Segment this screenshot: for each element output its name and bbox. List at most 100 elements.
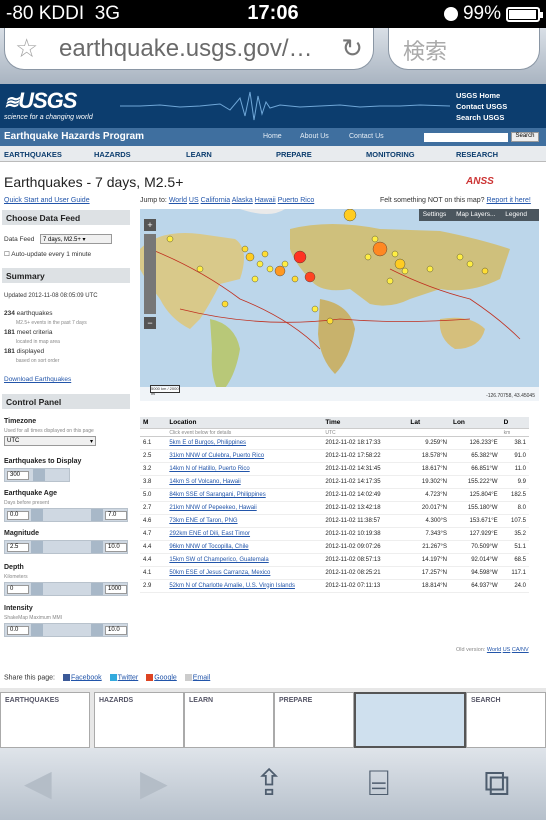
about-us-link[interactable]: About Us xyxy=(300,133,329,140)
share-twitter-link[interactable]: Twitter xyxy=(118,674,139,681)
table-row[interactable]: 4.4 15km SW of Champerico, Guatemala 2012-… xyxy=(140,553,529,567)
age-range-slider[interactable]: 0.0 7.0 xyxy=(4,508,128,522)
nav-prepare[interactable]: PREPARE xyxy=(276,150,312,159)
jump-alaska-link[interactable]: Alaska xyxy=(232,197,253,204)
row-location-link[interactable]: 73km ENE of Taron, PNG xyxy=(166,514,323,528)
contact-us-link[interactable]: Contact Us xyxy=(349,133,384,140)
back-icon[interactable]: ◀ xyxy=(24,762,52,804)
url-text[interactable]: earthquake.usgs.gov/… xyxy=(59,35,341,63)
tab-thumbnail[interactable]: EARTHQUAKES xyxy=(0,692,90,748)
map-legend-button[interactable]: Legend xyxy=(505,211,527,218)
jump-world-link[interactable]: World xyxy=(169,197,187,204)
tab-thumbnail[interactable]: SEARCH xyxy=(466,692,546,748)
col-depth[interactable]: D xyxy=(500,417,529,429)
row-magnitude: 4.4 xyxy=(140,540,167,554)
search-usgs-link[interactable]: Search USGS xyxy=(456,112,507,123)
row-location-link[interactable]: 14km S of Volcano, Hawaii xyxy=(166,475,323,489)
report-it-link[interactable]: Report it here! xyxy=(486,197,530,204)
site-search-button[interactable]: Search xyxy=(511,132,539,142)
row-location-link[interactable]: 292km ENE of Dili, East Timor xyxy=(166,527,323,541)
share-email-link[interactable]: Email xyxy=(193,674,211,681)
zoom-out-icon[interactable]: − xyxy=(144,317,156,329)
table-row[interactable]: 3.8 14km S of Volcano, Hawaii 2012-11-02 1… xyxy=(140,475,529,489)
usgs-logo[interactable]: ≋USGS science for a changing world xyxy=(4,88,93,121)
nav-learn[interactable]: LEARN xyxy=(186,150,212,159)
search-field[interactable]: 検索 xyxy=(388,28,540,70)
usgs-home-link[interactable]: USGS Home xyxy=(456,90,507,101)
table-row[interactable]: 6.1 5km E of Burgos, Philippines 2012-11-0… xyxy=(140,436,529,450)
download-earthquakes-link[interactable]: Download Earthquakes xyxy=(4,376,71,383)
old-ca-nv-link[interactable]: CA/NV xyxy=(512,647,529,653)
map-zoom-control[interactable]: + − xyxy=(144,219,156,339)
contact-usgs-link[interactable]: Contact USGS xyxy=(456,101,507,112)
row-depth: 24.0 xyxy=(500,579,529,593)
old-us-link[interactable]: US xyxy=(503,647,511,653)
tab-thumbnail[interactable]: PREPARE xyxy=(274,692,354,748)
tabs-icon[interactable]: ⧉ xyxy=(484,762,510,805)
col-lat[interactable]: Lat xyxy=(407,417,450,429)
program-title[interactable]: Earthquake Hazards Program xyxy=(4,131,144,142)
share-action-icon[interactable]: ⇪ xyxy=(254,762,284,804)
row-location-link[interactable]: 84km SSE of Sarangani, Philippines xyxy=(166,488,323,502)
map-settings-button[interactable]: Settings xyxy=(423,211,447,218)
row-location-link[interactable]: 96km NNW of Tocopilla, Chile xyxy=(166,540,323,554)
url-field[interactable]: ☆ earthquake.usgs.gov/… ↻ xyxy=(4,28,374,70)
anss-logo[interactable]: ANSS xyxy=(466,176,494,187)
row-location-link[interactable]: 31km NNW of Culebra, Puerto Rico xyxy=(166,449,323,463)
table-row[interactable]: 3.2 14km N of Hatillo, Puerto Rico 2012-11… xyxy=(140,462,529,476)
col-location[interactable]: Location xyxy=(166,417,323,429)
nav-research[interactable]: RESEARCH xyxy=(456,150,498,159)
intensity-range-slider[interactable]: 0.0 10.0 xyxy=(4,623,128,637)
tab-thumbnail[interactable]: HAZARDS xyxy=(94,692,184,748)
row-lon: 127.929°E xyxy=(449,527,501,541)
jump-hawaii-link[interactable]: Hawaii xyxy=(255,197,276,204)
table-row[interactable]: 4.4 96km NNW of Tocopilla, Chile 2012-11-0… xyxy=(140,540,529,554)
data-feed-select[interactable]: 7 days, M2.5+ ▾ xyxy=(40,234,112,244)
table-row[interactable]: 5.0 84km SSE of Sarangani, Philippines 201… xyxy=(140,488,529,502)
zoom-in-icon[interactable]: + xyxy=(144,219,156,231)
row-location-link[interactable]: 21km NNW of Pepeekeo, Hawaii xyxy=(166,501,323,515)
col-time[interactable]: Time xyxy=(322,417,408,429)
share-facebook-link[interactable]: Facebook xyxy=(71,674,102,681)
auto-update-checkbox[interactable]: ☐ Auto-update every 1 minute xyxy=(4,250,91,258)
nav-earthquakes[interactable]: EARTHQUAKES xyxy=(4,150,62,159)
table-row[interactable]: 2.5 31km NNW of Culebra, Puerto Rico 2012-… xyxy=(140,449,529,463)
site-search-input[interactable] xyxy=(424,133,508,142)
table-row[interactable]: 4.6 73km ENE of Taron, PNG 2012-11-02 11:3… xyxy=(140,514,529,528)
bookmark-star-icon[interactable]: ☆ xyxy=(15,33,45,64)
table-row[interactable]: 2.9 52km N of Charlotte Amalie, U.S. Virg… xyxy=(140,579,529,593)
timezone-select[interactable]: UTC ▾ xyxy=(4,436,96,446)
nav-hazards[interactable]: HAZARDS xyxy=(94,150,131,159)
zoom-slider[interactable] xyxy=(144,234,156,314)
col-magnitude[interactable]: M xyxy=(140,417,167,429)
reload-icon[interactable]: ↻ xyxy=(341,33,363,64)
jump-puerto-rico-link[interactable]: Puerto Rico xyxy=(278,197,315,204)
quick-start-link[interactable]: Quick Start and User Guide xyxy=(4,197,90,204)
row-location-link[interactable]: 14km N of Hatillo, Puerto Rico xyxy=(166,462,323,476)
earthquake-map[interactable]: + − Settings Map Layers... Legend 5000 k… xyxy=(140,209,539,401)
row-location-link[interactable]: 52km N of Charlotte Amalie, U.S. Virgin … xyxy=(166,579,323,593)
map-layers-button[interactable]: Map Layers... xyxy=(456,211,495,218)
table-row[interactable]: 4.7 292km ENE of Dili, East Timor 2012-11-… xyxy=(140,527,529,541)
tab-thumbnail[interactable]: LEARN xyxy=(184,692,274,748)
tab-thumbnail-current[interactable] xyxy=(354,692,466,748)
depth-range-slider[interactable]: 0 1000 xyxy=(4,582,128,596)
old-world-link[interactable]: World xyxy=(487,647,501,653)
row-location-link[interactable]: 5km E of Burgos, Philippines xyxy=(166,436,323,450)
share-google-link[interactable]: Google xyxy=(154,674,177,681)
jump-us-link[interactable]: US xyxy=(189,197,199,204)
jump-california-link[interactable]: California xyxy=(201,197,231,204)
table-row[interactable]: 2.7 21km NNW of Pepeekeo, Hawaii 2012-11-0… xyxy=(140,501,529,515)
display-count-slider[interactable]: 300 xyxy=(4,468,70,482)
home-link[interactable]: Home xyxy=(263,133,282,140)
row-location-link[interactable]: 15km SW of Champerico, Guatemala xyxy=(166,553,323,567)
forward-icon[interactable]: ▶ xyxy=(140,762,168,804)
magnitude-range-slider[interactable]: 2.5 10.0 xyxy=(4,540,128,554)
row-lat: 7.343°S xyxy=(407,527,450,541)
col-lon[interactable]: Lon xyxy=(449,417,501,429)
row-location-link[interactable]: 50km ESE of Jesus Carranza, Mexico xyxy=(166,566,323,580)
bookmarks-icon[interactable]: ⌸ xyxy=(368,762,390,805)
data-feed-label: Data Feed xyxy=(4,236,35,243)
nav-monitoring[interactable]: MONITORING xyxy=(366,150,415,159)
table-row[interactable]: 4.1 50km ESE of Jesus Carranza, Mexico 201… xyxy=(140,566,529,580)
